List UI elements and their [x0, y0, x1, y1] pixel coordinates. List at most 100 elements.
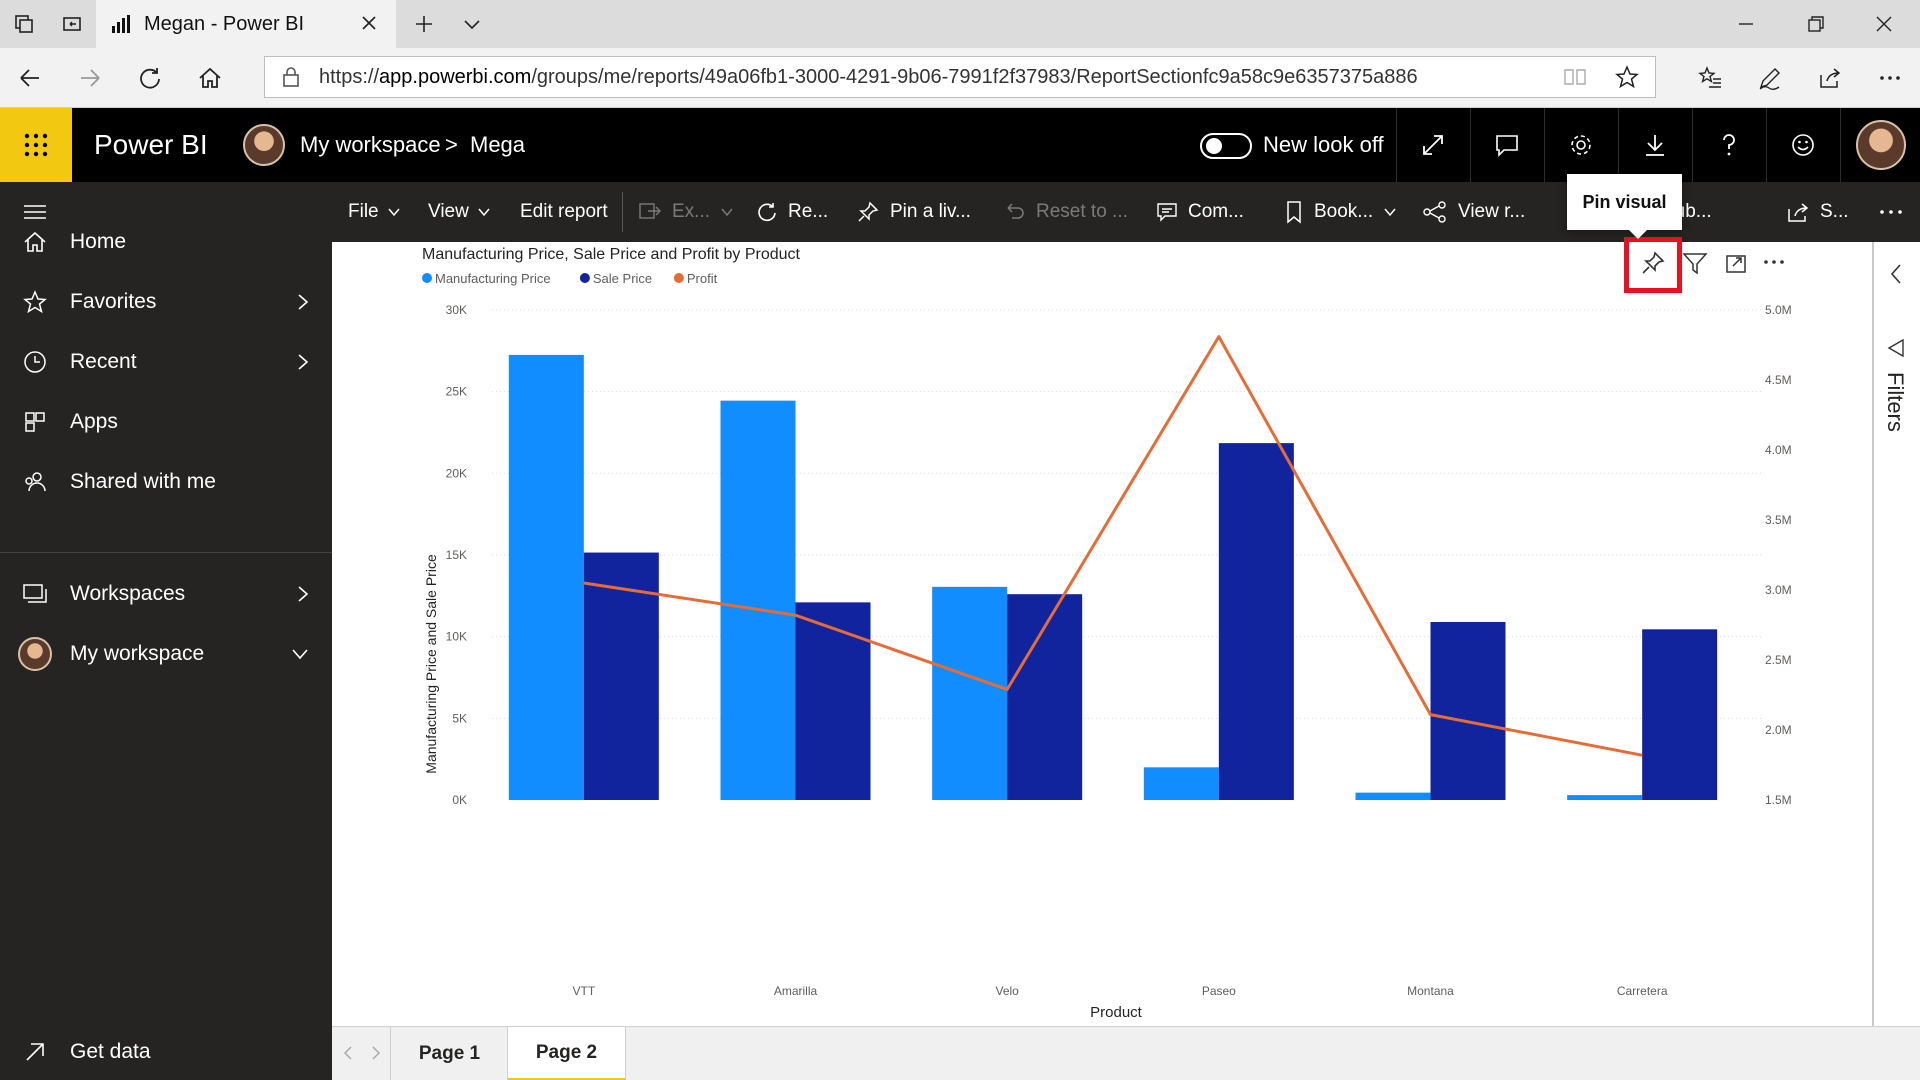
tab-aside-icon[interactable] [48, 0, 96, 48]
nav-item-favorites[interactable]: Favorites [0, 272, 332, 332]
filter-icon[interactable] [1682, 253, 1708, 275]
settings-gear-icon[interactable] [1544, 108, 1616, 182]
breadcrumb-workspace[interactable]: My workspace [300, 108, 441, 182]
powerbi-favicon-icon [112, 15, 130, 33]
view-menu[interactable]: View [428, 182, 491, 242]
minimize-icon[interactable] [1722, 0, 1770, 48]
file-label: File [348, 201, 379, 222]
visual-more-options-icon[interactable] [1764, 260, 1784, 264]
refresh-button[interactable]: Re... [756, 182, 828, 242]
app-launcher-icon[interactable] [0, 108, 72, 182]
shared-people-icon [25, 472, 46, 492]
favorites-list-icon[interactable] [1686, 54, 1734, 102]
x-tick-label: Velo [995, 984, 1019, 998]
help-icon[interactable] [1692, 108, 1764, 182]
nav-item-shared[interactable]: Shared with me [0, 452, 332, 512]
export-button[interactable]: Ex... [638, 182, 734, 242]
bar-manufacturing-price [1567, 795, 1643, 800]
forward-icon[interactable] [66, 54, 114, 102]
share-button[interactable]: S... [1786, 182, 1849, 242]
feedback-smiley-icon[interactable] [1766, 108, 1838, 182]
url-input[interactable]: https://app.powerbi.com/groups/me/report… [264, 56, 1656, 98]
view-related-button[interactable]: View r... [1422, 182, 1525, 242]
page-next-icon[interactable] [370, 1043, 382, 1063]
bar-manufacturing-price [1143, 767, 1219, 800]
nav-item-recent[interactable]: Recent [0, 332, 332, 392]
bookmarks-label: Book... [1314, 201, 1374, 222]
more-browser-icon[interactable] [1866, 54, 1914, 102]
y2-tick-label: 5.0M [1765, 303, 1792, 317]
more-options-button[interactable] [1878, 182, 1914, 242]
filters-pane[interactable]: Filters [1872, 242, 1920, 1026]
bar-sale-price [1430, 621, 1506, 800]
nav-label-my-workspace: My workspace [70, 642, 205, 665]
combo-chart[interactable]: Manufacturing Price, Sale Price and Prof… [332, 242, 1872, 1026]
tab-actions-icon[interactable] [0, 0, 48, 48]
comment-icon[interactable] [1470, 108, 1542, 182]
y2-tick-label: 4.5M [1765, 373, 1792, 387]
nav-label-shared: Shared with me [70, 470, 216, 493]
pen-icon[interactable] [1746, 54, 1794, 102]
bookmarks-button[interactable]: Book... [1284, 182, 1397, 242]
filters-label: Filters [1883, 372, 1908, 432]
y2-axis-ticks: 1.5M 2.0M 2.5M 3.0M 3.5M 4.0M 4.5M 5.0M [1765, 303, 1792, 807]
nav-item-get-data[interactable]: Get data [0, 1022, 332, 1080]
y2-tick-label: 2.5M [1765, 653, 1792, 667]
bar-sale-price [795, 602, 871, 800]
chevron-right-icon [298, 294, 309, 310]
nav-item-workspaces[interactable]: Workspaces [0, 564, 332, 624]
refresh-icon[interactable] [126, 54, 174, 102]
reset-button[interactable]: Reset to ... [1004, 182, 1128, 242]
more-icon [1880, 210, 1902, 214]
fullscreen-icon[interactable] [1396, 108, 1468, 182]
chart-legend: Manufacturing Price Sale Price Profit [422, 271, 718, 286]
reading-view-icon[interactable] [1563, 67, 1587, 87]
export-icon [639, 203, 661, 219]
bar-manufacturing-price [932, 586, 1008, 800]
x-tick-label: Amarilla [774, 984, 818, 998]
account-button[interactable] [1840, 108, 1920, 182]
close-tab-icon[interactable] [358, 12, 380, 34]
new-tab-icon[interactable] [400, 0, 448, 48]
powerbi-brand[interactable]: Power BI [94, 108, 208, 182]
focus-mode-icon[interactable] [1726, 255, 1746, 273]
breadcrumb-report[interactable]: Mega [470, 108, 525, 182]
share-browser-icon[interactable] [1806, 54, 1854, 102]
pin-icon [858, 201, 879, 222]
powerbi-header: Power BI My workspace > Mega New look of… [0, 108, 1920, 182]
nav-item-home[interactable]: Home [0, 212, 332, 272]
chevron-left-icon[interactable] [1888, 262, 1904, 286]
reset-icon [1007, 203, 1024, 219]
gridlines [492, 309, 1762, 719]
pin-live-page-button[interactable]: Pin a liv... [856, 182, 971, 242]
bar-manufacturing-price [1355, 792, 1431, 800]
nav-item-apps[interactable]: Apps [0, 392, 332, 452]
favorite-star-icon[interactable] [1615, 65, 1639, 89]
comments-label: Com... [1188, 201, 1244, 222]
close-window-icon[interactable] [1860, 0, 1908, 48]
chevron-down-icon [1384, 208, 1396, 217]
tab-page-1[interactable]: Page 1 [392, 1027, 508, 1080]
y-tick-label: 5K [452, 711, 467, 725]
nav-label-get-data: Get data [70, 1040, 151, 1063]
tab-page-2[interactable]: Page 2 [508, 1027, 626, 1080]
nav-item-my-workspace[interactable]: My workspace [0, 624, 332, 684]
new-look-toggle[interactable] [1200, 133, 1252, 159]
related-network-icon [1423, 201, 1446, 223]
pin-visual-tooltip: Pin visual [1567, 174, 1682, 239]
tab-list-chevron-icon[interactable] [448, 0, 496, 48]
home-icon[interactable] [186, 54, 234, 102]
file-menu[interactable]: File [348, 182, 401, 242]
restore-icon[interactable] [1792, 0, 1840, 48]
download-icon[interactable] [1618, 108, 1690, 182]
nav-label-workspaces: Workspaces [70, 582, 186, 605]
back-icon[interactable] [6, 54, 54, 102]
edit-report-button[interactable]: Edit report [520, 182, 608, 242]
url-host: app.powerbi.com [379, 65, 532, 88]
browser-tab[interactable]: Megan - Power BI [96, 0, 396, 48]
edit-report-label: Edit report [520, 201, 608, 222]
page-prev-icon[interactable] [342, 1043, 354, 1063]
nav-label-apps: Apps [70, 410, 118, 433]
chevron-down-icon [292, 649, 308, 660]
comments-button[interactable]: Com... [1156, 182, 1244, 242]
